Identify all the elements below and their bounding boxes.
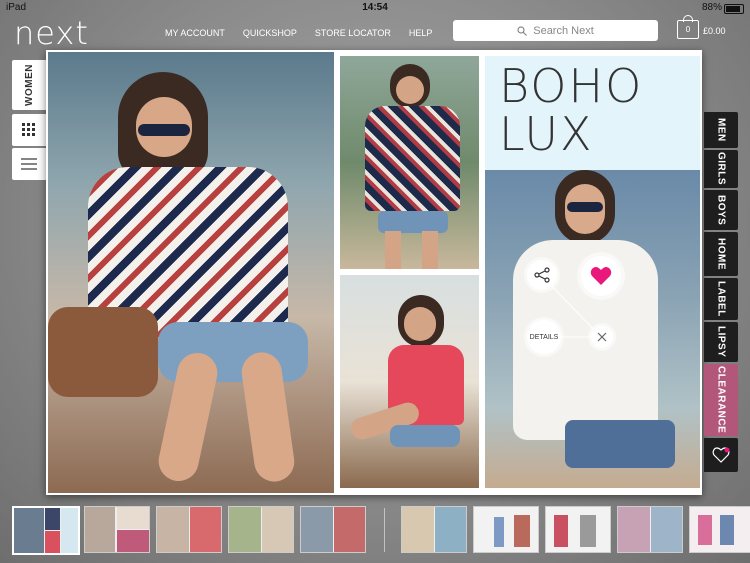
bag-count: 0 bbox=[685, 25, 691, 34]
menu-button[interactable] bbox=[12, 148, 46, 180]
dept-tab-boys[interactable]: BOYS bbox=[704, 190, 738, 230]
nav-my-account[interactable]: MY ACCOUNT bbox=[165, 28, 225, 38]
shopping-bag-button[interactable]: 0 bbox=[677, 15, 699, 39]
thumbnail-divider bbox=[384, 508, 385, 552]
dept-tab-label-label: LABEL bbox=[715, 281, 727, 317]
dept-tab-home-label: HOME bbox=[715, 238, 727, 270]
bag-total: £0.00 bbox=[703, 26, 726, 36]
dept-tab-label[interactable]: LABEL bbox=[704, 278, 738, 320]
dept-tab-men[interactable]: MEN bbox=[704, 112, 738, 148]
dept-tab-girls-label: GIRLS bbox=[715, 152, 727, 186]
grid-icon bbox=[22, 123, 35, 136]
headline-block: BOHO LUX bbox=[485, 56, 700, 170]
page-thumbnail[interactable] bbox=[300, 506, 366, 553]
headline-line-2: LUX bbox=[499, 107, 594, 161]
tab-women-label: WOMEN bbox=[23, 64, 35, 106]
dept-tab-clearance-label: CLEARANCE bbox=[715, 366, 727, 434]
search-icon bbox=[517, 25, 528, 36]
favourites-tab[interactable] bbox=[704, 438, 738, 472]
page-thumbnail[interactable] bbox=[689, 506, 750, 553]
favourite-button[interactable] bbox=[581, 256, 621, 296]
grid-view-button[interactable] bbox=[12, 114, 46, 146]
page-thumbnail[interactable] bbox=[617, 506, 683, 553]
page-thumbnail[interactable] bbox=[545, 506, 611, 553]
share-icon bbox=[534, 267, 550, 283]
dept-tab-men-label: MEN bbox=[715, 118, 727, 142]
photo-printed-top[interactable] bbox=[340, 56, 479, 269]
page-thumbnail[interactable] bbox=[228, 506, 294, 553]
page-thumbnail[interactable] bbox=[12, 506, 80, 555]
catalogue-page: BOHO LUX DETAILS bbox=[46, 50, 702, 495]
nav-store-locator[interactable]: STORE LOCATOR bbox=[315, 28, 391, 38]
tab-women[interactable]: WOMEN bbox=[12, 60, 46, 110]
favourites-heart-icon bbox=[712, 447, 730, 463]
search-placeholder: Search Next bbox=[533, 24, 594, 37]
battery-icon bbox=[724, 4, 744, 14]
page-thumbnail[interactable] bbox=[156, 506, 222, 553]
dept-tab-home[interactable]: HOME bbox=[704, 232, 738, 276]
search-input[interactable]: Search Next bbox=[453, 20, 658, 41]
dept-tab-girls[interactable]: GIRLS bbox=[704, 150, 738, 188]
page-thumbnail[interactable] bbox=[84, 506, 150, 553]
details-button[interactable]: DETAILS bbox=[527, 320, 561, 354]
heart-icon bbox=[590, 267, 612, 285]
hamburger-icon bbox=[21, 158, 37, 170]
details-label: DETAILS bbox=[529, 333, 559, 341]
dept-tab-clearance[interactable]: CLEARANCE bbox=[704, 364, 738, 436]
page-thumbnail-strip bbox=[0, 506, 750, 556]
clock: 14:54 bbox=[362, 2, 388, 13]
page-thumbnail[interactable] bbox=[473, 506, 539, 553]
share-button[interactable] bbox=[527, 260, 557, 290]
page-thumbnail[interactable] bbox=[401, 506, 467, 553]
battery-percent: 88% bbox=[701, 2, 722, 13]
nav-help[interactable]: HELP bbox=[409, 28, 433, 38]
photo-pink-blouse[interactable] bbox=[340, 275, 479, 488]
close-actions-button[interactable] bbox=[591, 326, 613, 348]
dept-tab-lipsy[interactable]: LIPSY bbox=[704, 322, 738, 362]
status-bar: iPad 14:54 88% bbox=[0, 0, 750, 16]
headline-line-1: BOHO bbox=[499, 59, 644, 113]
main-photo[interactable] bbox=[48, 52, 334, 493]
next-logo[interactable]: next bbox=[14, 14, 89, 52]
nav-quickshop[interactable]: QUICKSHOP bbox=[243, 28, 297, 38]
top-nav: MY ACCOUNT QUICKSHOP STORE LOCATOR HELP bbox=[165, 28, 432, 38]
close-icon bbox=[597, 332, 607, 342]
dept-tab-lipsy-label: LIPSY bbox=[715, 326, 727, 358]
dept-tab-boys-label: BOYS bbox=[715, 194, 727, 226]
